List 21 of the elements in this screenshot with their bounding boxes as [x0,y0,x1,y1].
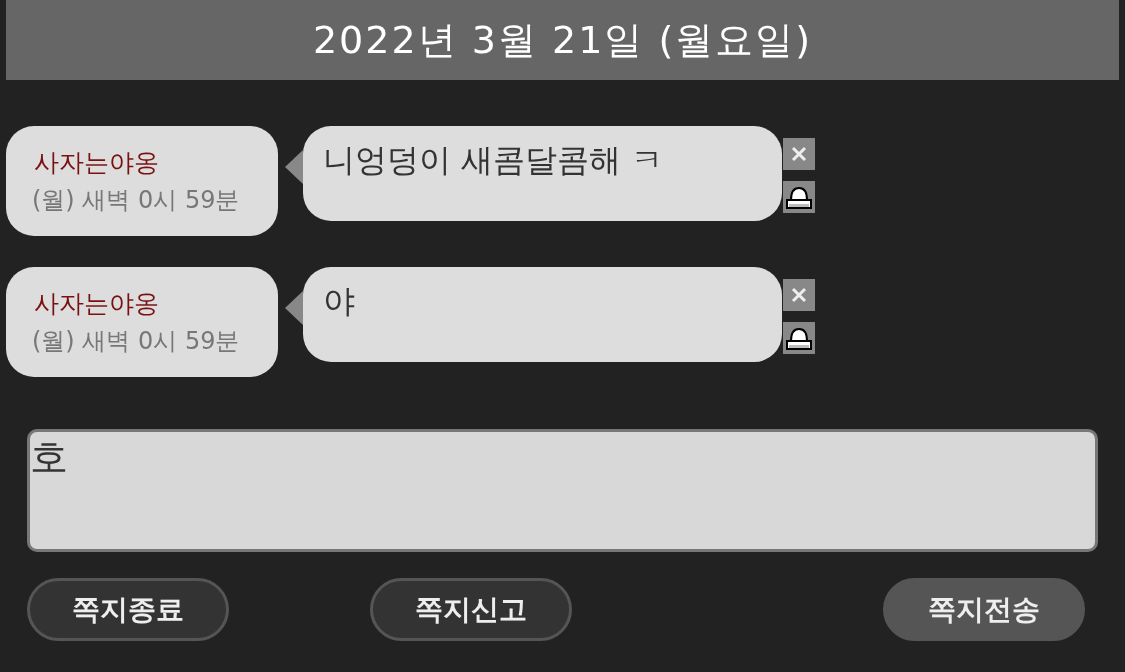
bubble-pointer [285,150,303,184]
message-text: 야 [323,282,355,320]
sender-name: 사자는야옹 [34,288,160,320]
block-button[interactable] [783,322,815,354]
message-input[interactable]: 호 [27,429,1098,552]
bell-icon [785,184,813,210]
action-button[interactable]: 쪽지전송 [883,578,1085,641]
sender-name: 사자는야옹 [34,147,160,179]
message-text: 니엉덩이 새콤달콤해 ㅋ [323,141,664,179]
delete-button[interactable] [783,279,815,311]
action-button[interactable]: 쪽지신고 [370,578,572,641]
message-time: (월) 새벽 0시 59분 [32,326,241,356]
delete-button[interactable] [783,138,815,170]
close-icon [791,146,807,162]
block-button[interactable] [783,181,815,213]
close-icon [791,287,807,303]
date-text: 2022년 3월 21일 (월요일) [312,16,813,64]
bell-icon [785,325,813,351]
action-button[interactable]: 쪽지종료 [27,578,229,641]
bubble-pointer [285,291,303,325]
message-time: (월) 새벽 0시 59분 [32,185,241,215]
